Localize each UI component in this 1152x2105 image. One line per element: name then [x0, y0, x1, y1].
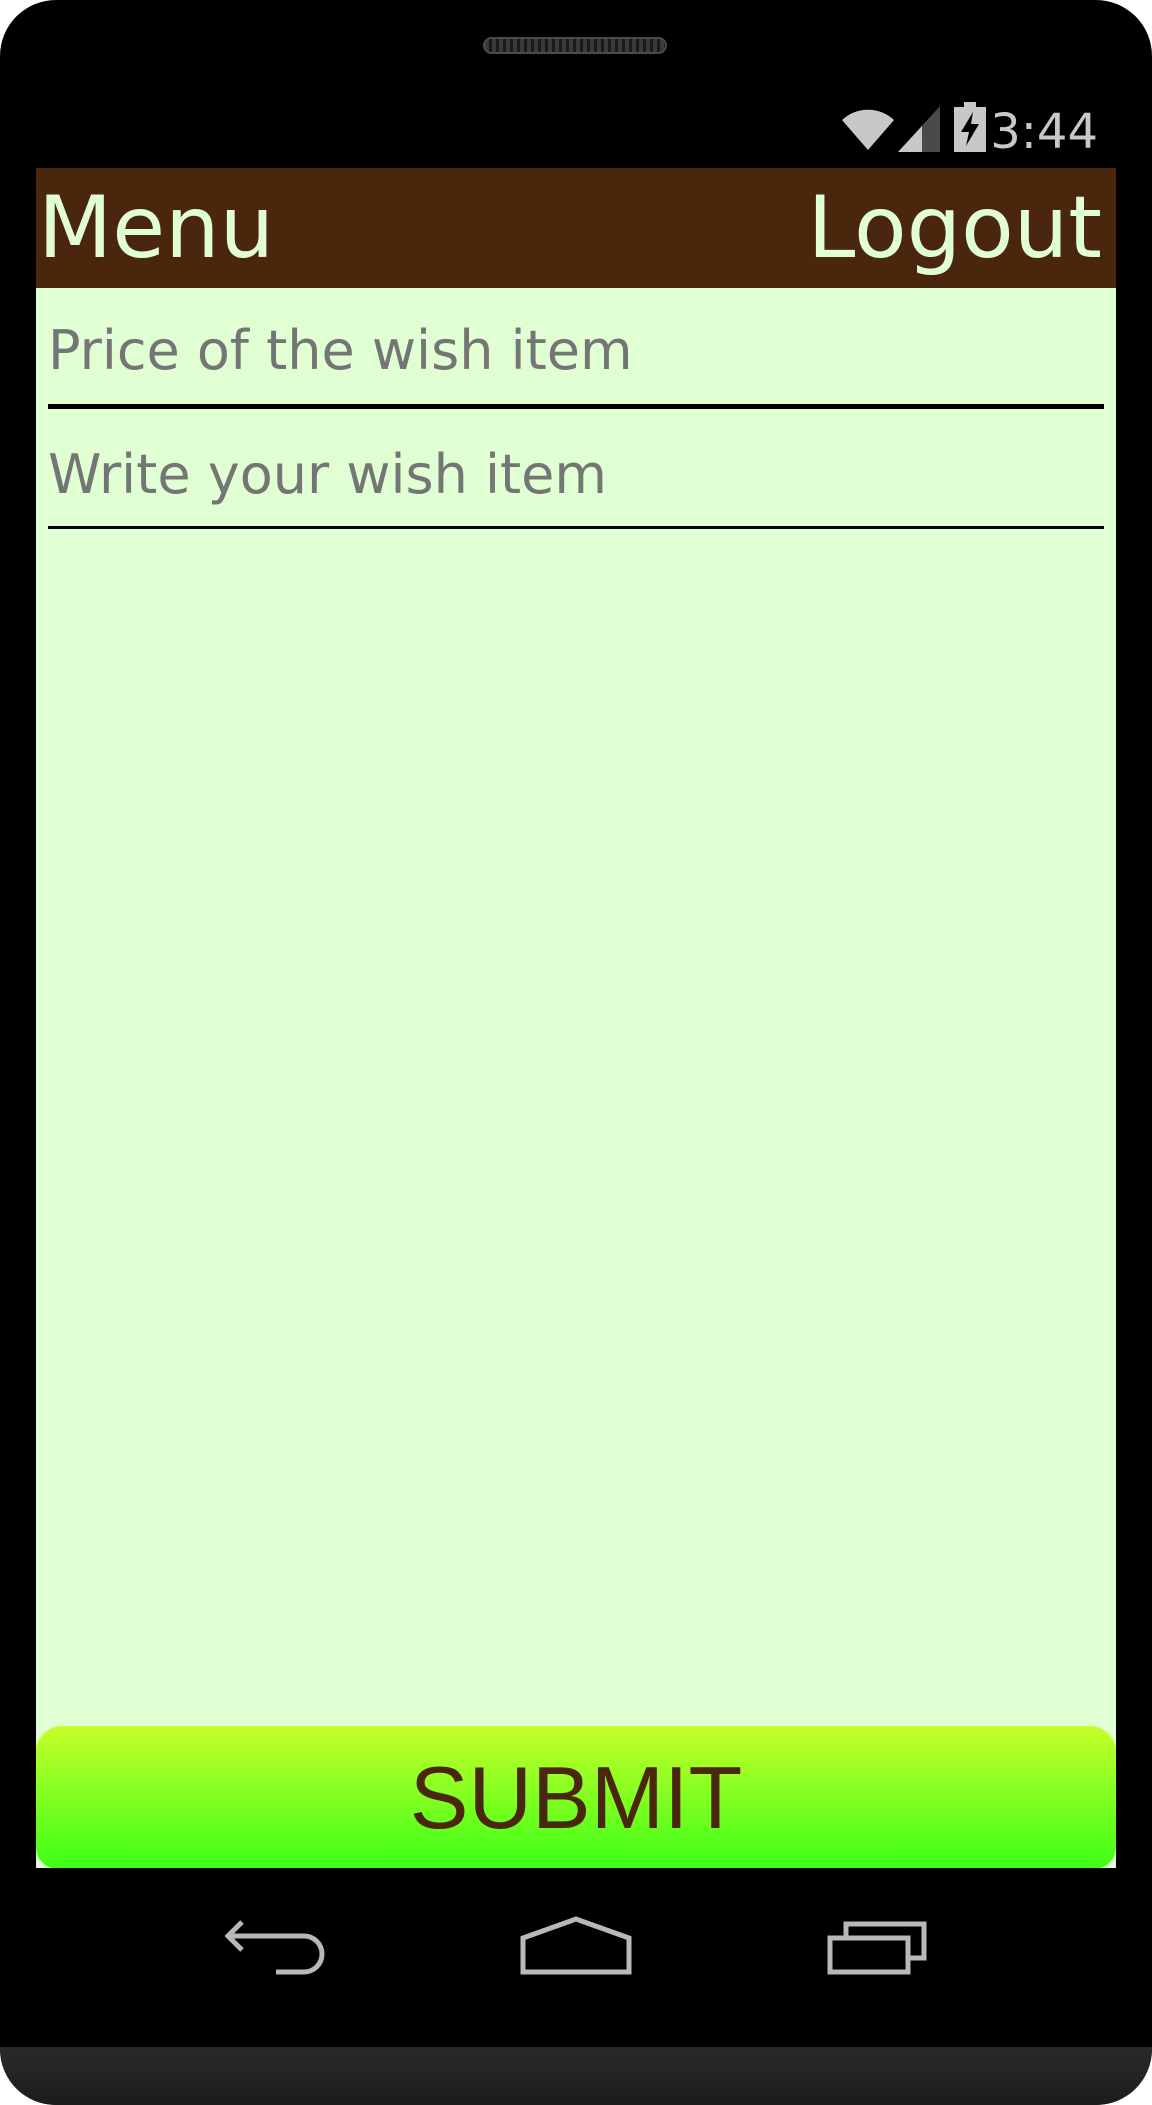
menu-button[interactable]: Menu: [38, 176, 274, 280]
action-bar: Menu Logout: [36, 168, 1116, 288]
battery-charging-icon: [954, 102, 986, 152]
wifi-icon: [842, 109, 894, 150]
submit-button[interactable]: SUBMIT: [36, 1726, 1116, 1868]
signal-icon: [898, 106, 940, 152]
price-field-container: [48, 306, 1104, 410]
wish-input-underline: [48, 526, 1104, 529]
recent-apps-icon[interactable]: [826, 1916, 930, 1976]
price-input[interactable]: [48, 306, 1104, 386]
phone-bottom-edge: [0, 2047, 1152, 2105]
status-time: 3:44: [990, 104, 1098, 160]
back-icon[interactable]: [224, 1916, 328, 1976]
logout-button[interactable]: Logout: [808, 176, 1102, 280]
wish-item-input[interactable]: [48, 430, 1104, 510]
wish-field-container: [48, 430, 1104, 534]
app-screen: Menu Logout SUBMIT: [36, 168, 1116, 1868]
phone-frame: 3:44 Menu Logout SUBMIT: [0, 0, 1152, 2105]
navigation-bar: [36, 1868, 1116, 2048]
earpiece-speaker: [483, 37, 667, 54]
price-input-underline: [48, 404, 1104, 409]
home-icon[interactable]: [520, 1916, 632, 1976]
status-bar: 3:44: [36, 96, 1116, 168]
